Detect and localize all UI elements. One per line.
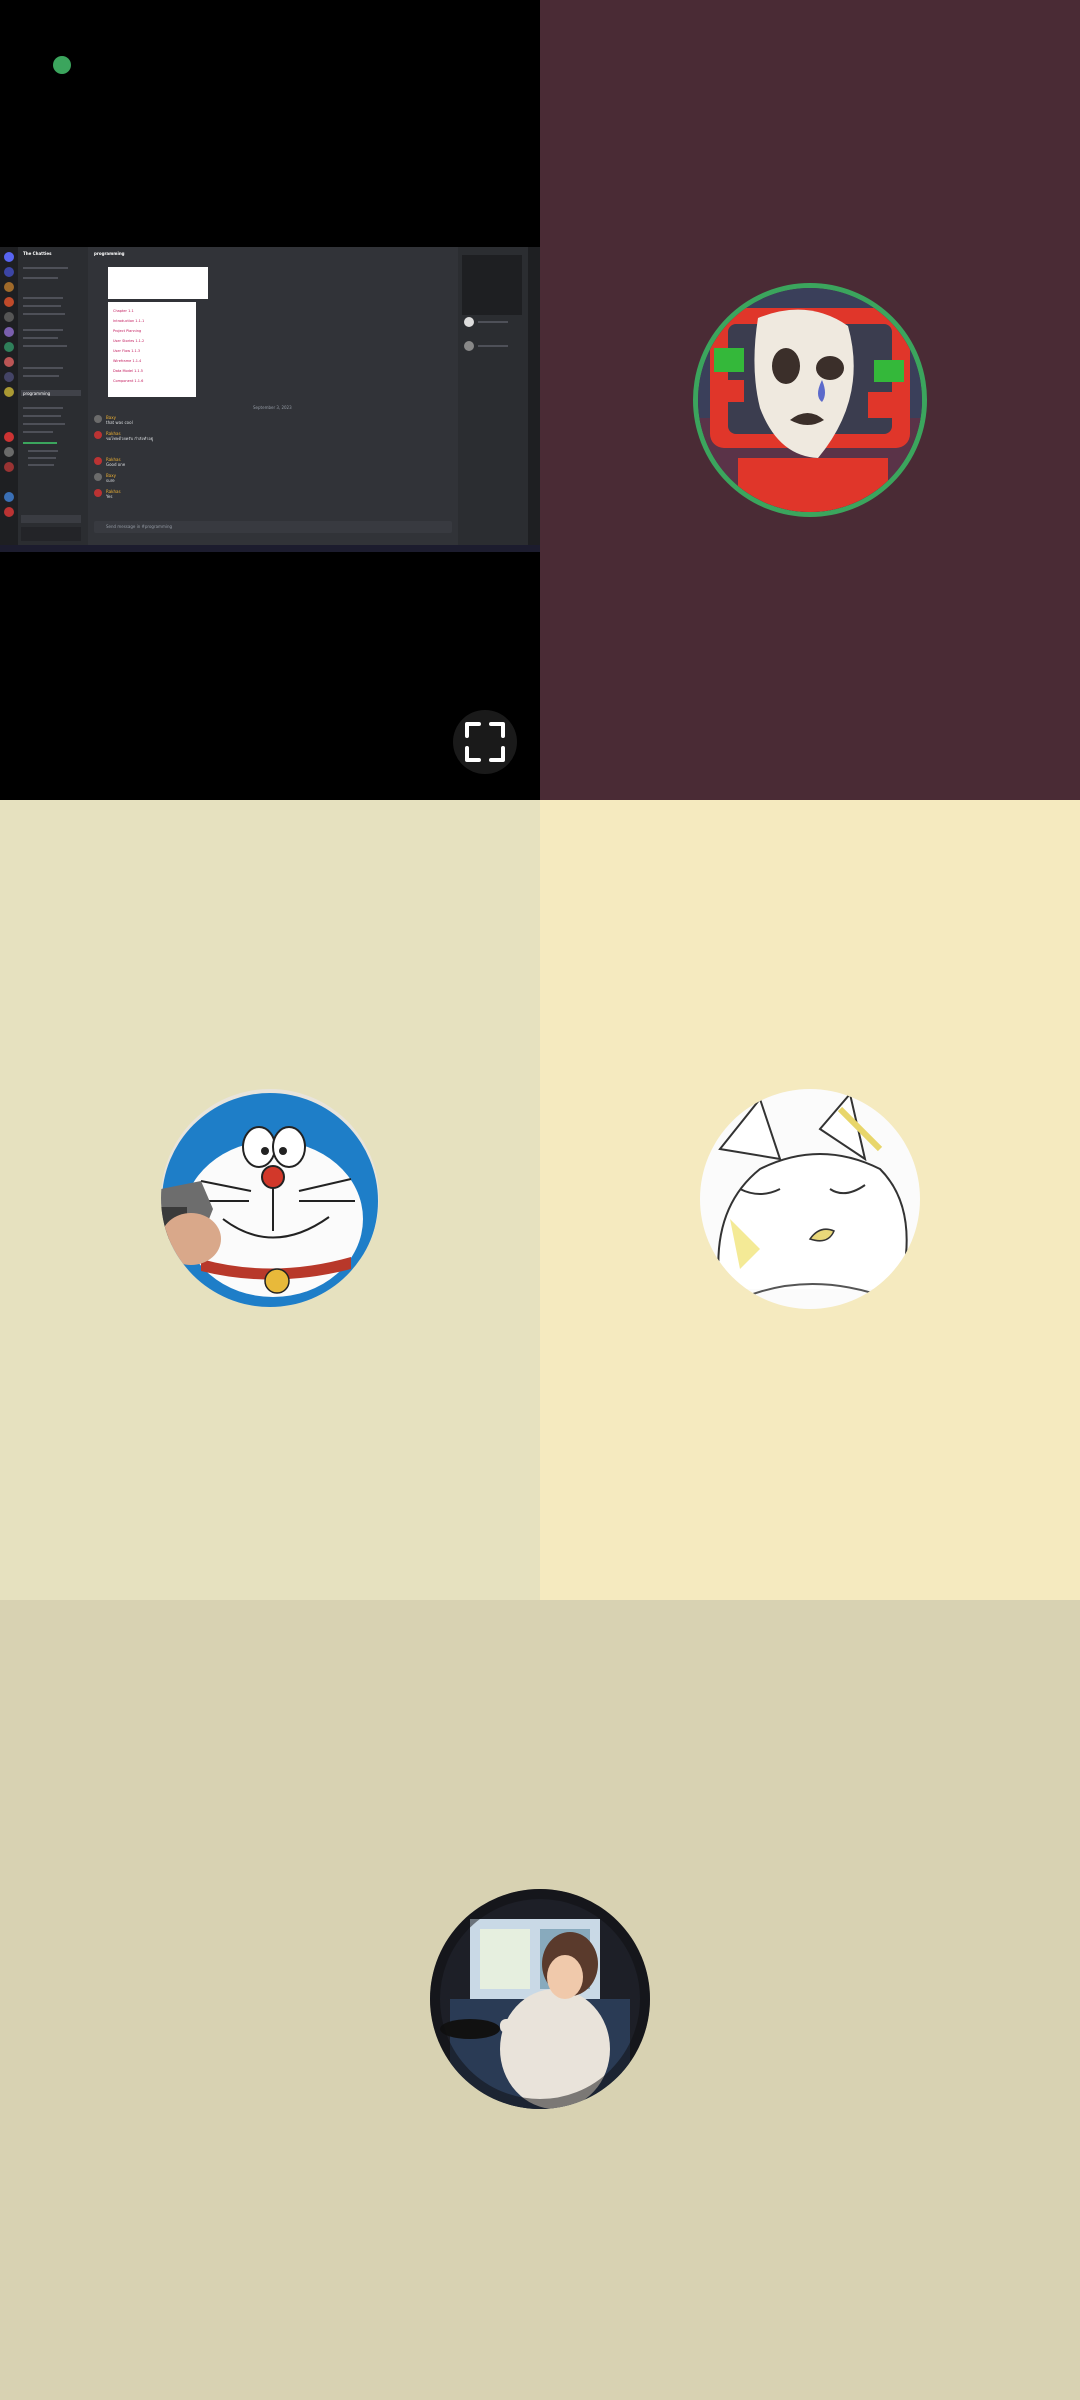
avatar [693, 283, 927, 517]
live-dot-icon [53, 56, 71, 74]
channel-list: The Chatties programming [18, 247, 88, 545]
avatar [700, 1089, 920, 1309]
active-channel: programming [23, 391, 51, 396]
message-input: Send message in #programming [106, 524, 173, 529]
fullscreen-button[interactable] [453, 710, 517, 774]
fullscreen-icon [465, 722, 505, 762]
shared-image-notes: Chapter 1.1 Introduction 1.1.1 Project P… [108, 302, 196, 397]
participant-tile-mask[interactable] [540, 0, 1080, 800]
avatar [430, 1889, 650, 2109]
participant-tile-doraemon[interactable] [0, 800, 540, 1600]
server-rail [0, 247, 18, 545]
participant-tile-girl-driving[interactable] [0, 1600, 1080, 2400]
date-divider: September 3, 2023 [253, 405, 292, 410]
chat-area: programming Chapter 1.1 Introduction 1.1… [88, 247, 458, 545]
shared-image-top [108, 267, 208, 299]
chat-header: programming [94, 251, 125, 256]
vertical-toolbar [528, 247, 540, 545]
member-list [458, 247, 528, 545]
participant-tile-cat[interactable] [540, 800, 1080, 1600]
server-name: The Chatties [23, 251, 52, 256]
screen-share-tile[interactable]: The Chatties programming programming Cha… [0, 0, 540, 800]
avatar [161, 1089, 379, 1307]
shared-screen: The Chatties programming programming Cha… [0, 247, 540, 552]
os-taskbar [0, 545, 540, 552]
